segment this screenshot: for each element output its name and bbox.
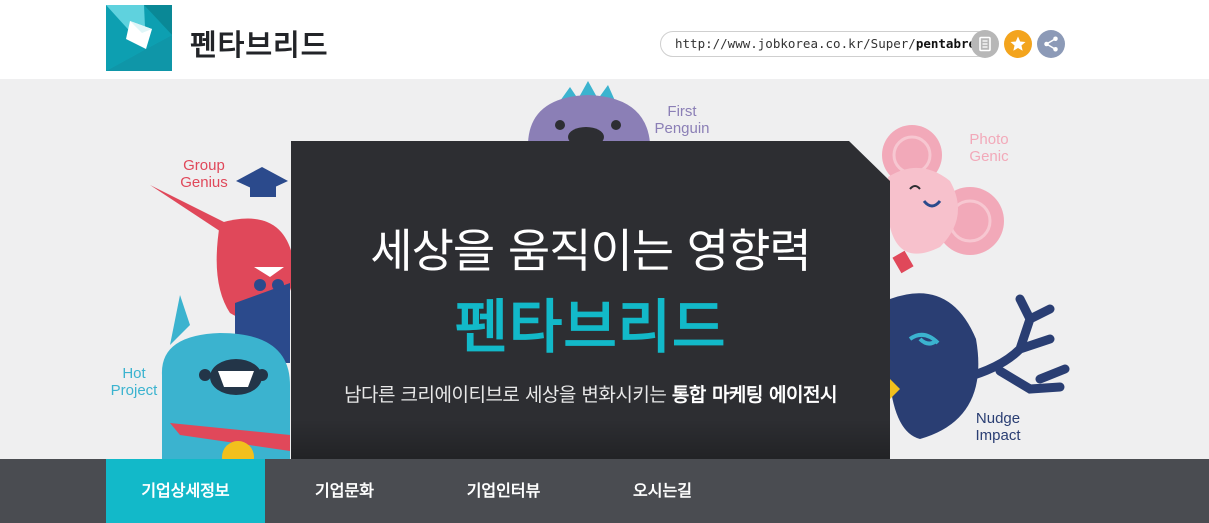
star-icon — [1010, 36, 1026, 51]
first-penguin-label: First Penguin — [654, 103, 710, 137]
tab-company-info[interactable]: 기업상세정보 — [106, 459, 265, 523]
tab-directions[interactable]: 오시는길 — [583, 459, 742, 523]
tab-company-culture[interactable]: 기업문화 — [265, 459, 424, 523]
company-name: 펜타브리드 — [190, 28, 329, 62]
share-icon — [1044, 36, 1058, 52]
description-highlight: 통합 마케팅 에이전시 — [671, 384, 838, 406]
hot-project-character — [161, 295, 290, 459]
photo-genic-label: Photo Genic — [969, 131, 1009, 165]
panel-shadow — [291, 419, 890, 459]
nudge-impact-label: Nudge Impact — [975, 410, 1021, 444]
hero-tagline: 세상을 움직이는 영향력 — [370, 224, 811, 278]
company-nav: 기업상세정보 기업문화 기업인터뷰 오시는길 — [0, 459, 1209, 523]
favorite-button[interactable] — [1004, 30, 1032, 58]
hot-project-label: Hot Project — [110, 365, 158, 399]
logo-icon[interactable] — [106, 5, 172, 71]
hero-description: 남다른 크리에이티브로 세상을 변화시키는 통합 마케팅 에이전시 — [291, 380, 890, 407]
hero-banner: Group Genius Hot Project First Penguin P… — [0, 79, 1209, 459]
url-field[interactable]: http://www.jobkorea.co.kr/Super/pentabre… — [660, 31, 990, 57]
url-prefix: http://www.jobkorea.co.kr/Super/ — [675, 36, 916, 51]
group-genius-label: Group Genius — [180, 157, 228, 191]
tab-company-interview[interactable]: 기업인터뷰 — [424, 459, 583, 523]
first-penguin-character — [528, 81, 650, 143]
copy-icon — [979, 36, 991, 52]
header: 펜타브리드 http://www.jobkorea.co.kr/Super/pe… — [0, 0, 1209, 79]
description-text: 남다른 크리에이티브로 세상을 변화시키는 — [344, 384, 672, 406]
copy-url-button[interactable] — [971, 30, 999, 58]
share-button[interactable] — [1037, 30, 1065, 58]
hero-title: 펜타브리드 — [454, 293, 727, 361]
